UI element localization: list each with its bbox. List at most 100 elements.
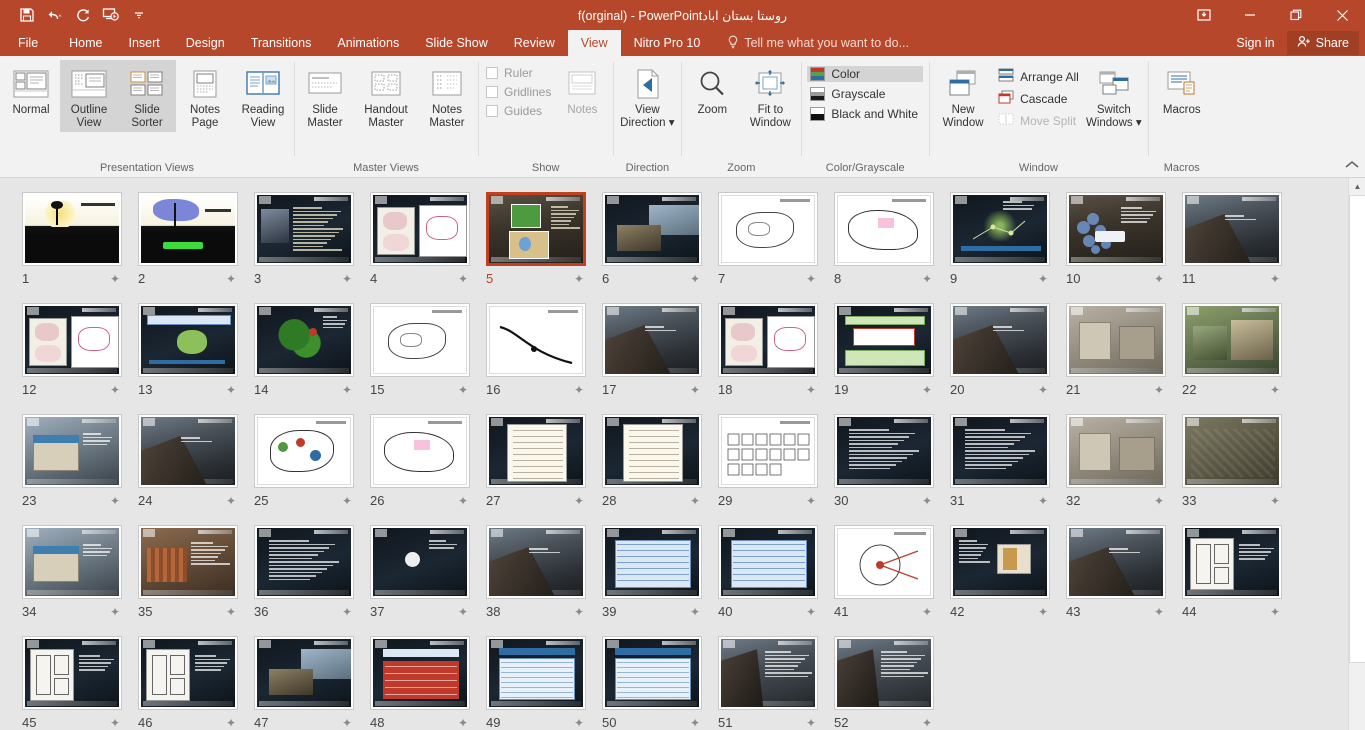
slide-thumbnail-frame[interactable]: [254, 192, 354, 266]
slide-thumbnail-frame[interactable]: [370, 414, 470, 488]
gridlines-checkbox[interactable]: Gridlines: [486, 85, 551, 99]
animation-star-icon[interactable]: ✦: [458, 716, 468, 730]
animation-star-icon[interactable]: ✦: [110, 605, 120, 619]
slide-thumbnail-frame[interactable]: [1182, 192, 1282, 266]
slide-thumbnail-frame[interactable]: [834, 525, 934, 599]
animation-star-icon[interactable]: ✦: [226, 272, 236, 286]
scrollbar-thumb[interactable]: [1349, 195, 1365, 663]
slide-thumbnail-36[interactable]: 36 ✦: [246, 525, 362, 636]
animation-star-icon[interactable]: ✦: [226, 605, 236, 619]
slide-thumbnail-frame[interactable]: [1066, 414, 1166, 488]
slide-thumbnail-28[interactable]: 28 ✦: [594, 414, 710, 525]
slide-thumbnail-46[interactable]: 46 ✦: [130, 636, 246, 730]
slide-thumbnail-frame[interactable]: [1182, 414, 1282, 488]
animation-star-icon[interactable]: ✦: [922, 494, 932, 508]
slide-thumbnail-frame[interactable]: [138, 525, 238, 599]
vertical-scrollbar[interactable]: ▲ ▼: [1348, 178, 1365, 730]
animation-star-icon[interactable]: ✦: [1154, 272, 1164, 286]
slide-sorter-button[interactable]: Slide Sorter: [118, 60, 176, 132]
slide-thumbnail-frame[interactable]: [1182, 525, 1282, 599]
animation-star-icon[interactable]: ✦: [342, 272, 352, 286]
animation-star-icon[interactable]: ✦: [690, 272, 700, 286]
fit-to-window-button[interactable]: Fit to Window: [741, 60, 799, 132]
customize-quick-access-icon[interactable]: [126, 3, 152, 27]
animation-star-icon[interactable]: ✦: [690, 494, 700, 508]
slide-thumbnail-frame[interactable]: [718, 414, 818, 488]
slide-thumbnail-27[interactable]: 27 ✦: [478, 414, 594, 525]
slide-master-button[interactable]: Slide Master: [296, 60, 354, 132]
close-icon[interactable]: [1319, 0, 1365, 30]
handout-master-button[interactable]: Handout Master: [354, 60, 418, 132]
slide-thumbnail-frame[interactable]: [950, 525, 1050, 599]
slide-thumbnail-frame[interactable]: [254, 414, 354, 488]
share-button[interactable]: Share: [1286, 31, 1359, 55]
slide-thumbnail-48[interactable]: 48 ✦: [362, 636, 478, 730]
animation-star-icon[interactable]: ✦: [458, 383, 468, 397]
animation-star-icon[interactable]: ✦: [342, 383, 352, 397]
slide-thumbnail-frame[interactable]: [370, 303, 470, 377]
slide-thumbnail-52[interactable]: 52 ✦: [826, 636, 942, 730]
tab-view[interactable]: View: [567, 30, 621, 56]
ruler-checkbox[interactable]: Ruler: [486, 66, 551, 80]
slide-thumbnail-frame[interactable]: [486, 636, 586, 710]
color-mode-color[interactable]: Color: [807, 66, 924, 82]
animation-star-icon[interactable]: ✦: [574, 272, 584, 286]
slide-thumbnail-frame[interactable]: [22, 192, 122, 266]
animation-star-icon[interactable]: ✦: [342, 605, 352, 619]
slide-thumbnail-29[interactable]: 29 ✦: [710, 414, 826, 525]
slide-thumbnail-frame[interactable]: [834, 414, 934, 488]
animation-star-icon[interactable]: ✦: [922, 272, 932, 286]
animation-star-icon[interactable]: ✦: [574, 716, 584, 730]
animation-star-icon[interactable]: ✦: [226, 383, 236, 397]
slide-thumbnail-frame[interactable]: [254, 636, 354, 710]
notes-button[interactable]: Notes: [553, 60, 611, 119]
slide-thumbnail-20[interactable]: 20 ✦: [942, 303, 1058, 414]
slide-thumbnail-frame[interactable]: [950, 303, 1050, 377]
animation-star-icon[interactable]: ✦: [690, 605, 700, 619]
animation-star-icon[interactable]: ✦: [1038, 494, 1048, 508]
animation-star-icon[interactable]: ✦: [1154, 605, 1164, 619]
animation-star-icon[interactable]: ✦: [110, 716, 120, 730]
animation-star-icon[interactable]: ✦: [806, 272, 816, 286]
color-mode-black-and-white[interactable]: Black and White: [807, 106, 923, 122]
slide-thumbnail-19[interactable]: 19 ✦: [826, 303, 942, 414]
slide-thumbnail-12[interactable]: 12 ✦: [14, 303, 130, 414]
restore-icon[interactable]: [1273, 0, 1319, 30]
collapse-ribbon-icon[interactable]: [1345, 160, 1359, 173]
animation-star-icon[interactable]: ✦: [1270, 383, 1280, 397]
slide-thumbnail-frame[interactable]: [834, 636, 934, 710]
animation-star-icon[interactable]: ✦: [574, 383, 584, 397]
slide-thumbnail-frame[interactable]: [602, 303, 702, 377]
macros-button[interactable]: Macros: [1150, 60, 1214, 119]
slide-thumbnail-frame[interactable]: [602, 192, 702, 266]
slide-thumbnail-6[interactable]: 6 ✦: [594, 192, 710, 303]
normal-view-button[interactable]: Normal: [2, 60, 60, 119]
notes-page-button[interactable]: Notes Page: [176, 60, 234, 132]
slide-thumbnail-38[interactable]: 38 ✦: [478, 525, 594, 636]
animation-star-icon[interactable]: ✦: [1270, 272, 1280, 286]
slide-thumbnail-3[interactable]: 3 ✦: [246, 192, 362, 303]
slide-thumbnail-26[interactable]: 26 ✦: [362, 414, 478, 525]
slide-thumbnail-frame[interactable]: [950, 192, 1050, 266]
animation-star-icon[interactable]: ✦: [922, 605, 932, 619]
sign-in-button[interactable]: Sign in: [1226, 31, 1284, 55]
slide-thumbnail-43[interactable]: 43 ✦: [1058, 525, 1174, 636]
slide-thumbnail-5[interactable]: 5 ✦: [478, 192, 594, 303]
slide-thumbnail-frame[interactable]: [602, 636, 702, 710]
slide-thumbnail-frame[interactable]: [138, 414, 238, 488]
slide-thumbnail-frame[interactable]: [718, 525, 818, 599]
undo-icon[interactable]: [42, 3, 68, 27]
redo-icon[interactable]: [70, 3, 96, 27]
animation-star-icon[interactable]: ✦: [922, 716, 932, 730]
tab-nitro-pro-10[interactable]: Nitro Pro 10: [621, 30, 714, 56]
slide-thumbnail-frame[interactable]: [254, 303, 354, 377]
tab-file[interactable]: File: [0, 30, 56, 56]
slide-thumbnail-10[interactable]: 10 ✦: [1058, 192, 1174, 303]
slide-thumbnail-24[interactable]: 24 ✦: [130, 414, 246, 525]
slide-thumbnail-8[interactable]: 8 ✦: [826, 192, 942, 303]
tell-me-box[interactable]: Tell me what you want to do...: [713, 30, 919, 56]
slide-thumbnail-11[interactable]: 11 ✦: [1174, 192, 1290, 303]
tab-slide-show[interactable]: Slide Show: [412, 30, 501, 56]
slide-thumbnail-44[interactable]: 44 ✦: [1174, 525, 1290, 636]
slide-thumbnail-25[interactable]: 25 ✦: [246, 414, 362, 525]
